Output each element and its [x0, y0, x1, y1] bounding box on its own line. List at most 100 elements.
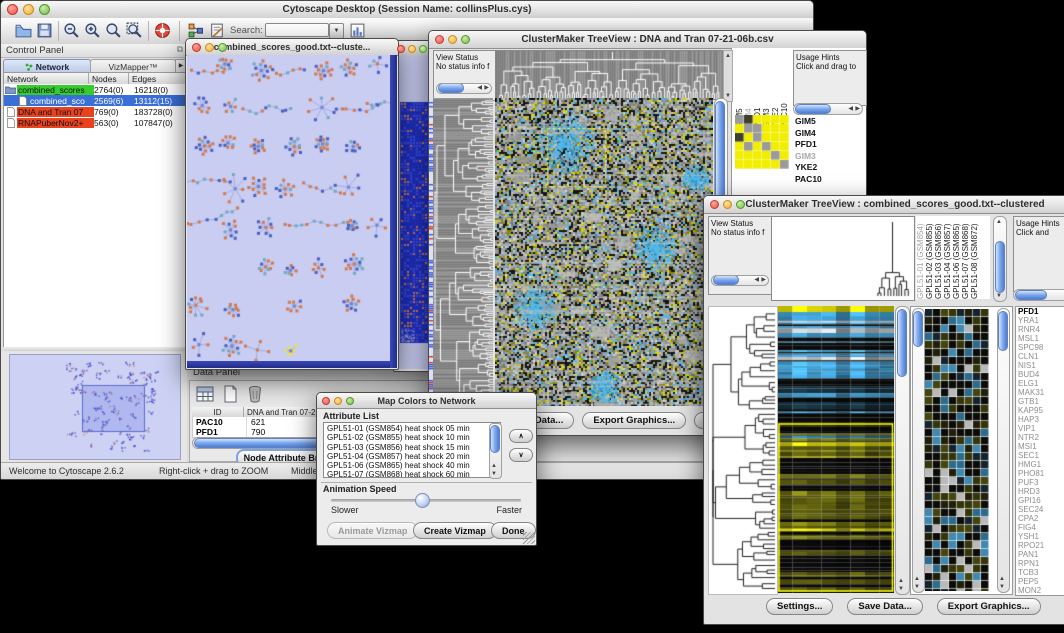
zoom-button[interactable] — [346, 397, 354, 405]
gene-label[interactable]: MON2 — [1018, 586, 1064, 595]
gene-label[interactable]: SEC24 — [1018, 505, 1064, 514]
network-overview-canvas[interactable] — [9, 354, 181, 460]
minimize-button[interactable] — [23, 4, 34, 15]
gene-label[interactable]: SEC1 — [1018, 451, 1064, 460]
column-label[interactable]: GPL51-06 (GSM865) — [952, 216, 961, 299]
dialog-titlebar[interactable]: Map Colors to Network — [317, 393, 536, 409]
scroll-up-arrow[interactable]: ▲ — [914, 576, 920, 582]
save-icon[interactable] — [36, 22, 53, 39]
scroll-pill[interactable] — [913, 311, 923, 347]
help-lifering-icon[interactable] — [154, 22, 171, 39]
scroll-up-arrow[interactable]: ▲ — [725, 53, 731, 59]
zoom-out-icon[interactable] — [63, 22, 80, 39]
float-panel-icon[interactable]: ⧉ — [177, 44, 183, 55]
scroll-left-arrow[interactable]: ◀ — [477, 85, 482, 91]
gene-label[interactable]: GIM4 — [795, 128, 861, 140]
column-label[interactable]: GPL51-03 (GSM856) — [934, 216, 943, 299]
scroll-pill[interactable] — [795, 104, 831, 114]
scroll-up-arrow[interactable]: ▲ — [491, 463, 497, 469]
close-button[interactable] — [710, 200, 719, 209]
speed-slider-thumb[interactable] — [415, 493, 430, 508]
attribute-item[interactable]: GPL51-02 (GSM855) heat shock 10 min — [327, 433, 500, 442]
zoom-fit-icon[interactable] — [105, 22, 122, 39]
scroll-down-arrow[interactable]: ▼ — [491, 471, 497, 477]
network-graph-canvas[interactable] — [187, 55, 390, 361]
network-row[interactable]: combined_sco2569(6)13112(15) — [4, 95, 186, 106]
scroll-down-arrow[interactable]: ▼ — [999, 584, 1005, 590]
gene-label[interactable]: PAN1 — [1018, 550, 1064, 559]
zoom-button[interactable] — [736, 200, 745, 209]
open-folder-icon[interactable] — [15, 22, 32, 39]
treeview1-row-dendrogram[interactable] — [433, 98, 493, 406]
scroll-down-arrow[interactable]: ▼ — [898, 586, 904, 592]
column-label[interactable]: GPL51-07 (GSM868) — [961, 216, 970, 299]
treeview-button[interactable]: Export Graphics... — [937, 598, 1041, 615]
treeview2-row-dendrogram[interactable] — [708, 306, 778, 595]
scroll-down-arrow[interactable]: ▼ — [725, 93, 731, 99]
scroll-right-arrow[interactable]: ▶ — [761, 277, 766, 283]
minimize-button[interactable] — [448, 35, 457, 44]
column-label[interactable]: GPL51-01 (GSM854) — [916, 216, 925, 299]
minimize-button[interactable] — [334, 397, 342, 405]
scroll-pill[interactable] — [897, 309, 907, 377]
create-vizmap-button[interactable]: Create Vizmap — [413, 522, 497, 539]
gene-label[interactable]: GTB1 — [1018, 397, 1064, 406]
move-up-button[interactable]: ∧ — [509, 429, 533, 443]
scroll-up-arrow[interactable]: ▲ — [999, 576, 1005, 582]
gene-label[interactable]: MSI1 — [1018, 442, 1064, 451]
minimize-button[interactable] — [723, 200, 732, 209]
zoom-button[interactable] — [461, 35, 470, 44]
attribute-item[interactable]: GPL51-01 (GSM854) heat shock 05 min — [327, 424, 500, 433]
gene-label[interactable]: PUF3 — [1018, 478, 1064, 487]
network-row[interactable]: DNA and Tran 07769(0)183728(0) — [4, 106, 186, 117]
zoom-in-icon[interactable] — [84, 22, 101, 39]
network-overview-icon[interactable] — [187, 22, 204, 39]
table-grid-icon[interactable] — [195, 384, 215, 404]
zoom-button[interactable] — [218, 43, 227, 52]
treeview2-titlebar[interactable]: ClusterMaker TreeView : combined_scores_… — [704, 196, 1064, 214]
treeview-button[interactable]: Save Data... — [847, 598, 922, 615]
network-window-right-frame[interactable] — [390, 55, 397, 368]
minimize-button[interactable] — [408, 45, 416, 53]
gene-label[interactable]: PAC10 — [795, 174, 861, 186]
scroll-down-arrow[interactable]: ▼ — [914, 584, 920, 590]
resize-grip[interactable] — [523, 532, 535, 544]
treeview1-global-heatmap[interactable] — [495, 98, 713, 406]
zoom-button[interactable] — [419, 45, 427, 53]
network-window-titlebar[interactable]: combined_scores_good.txt--cluste... — [186, 39, 398, 56]
minimize-button[interactable] — [205, 43, 214, 52]
treeview-button[interactable]: Export Graphics... — [582, 412, 686, 429]
scroll-right-arrow[interactable]: ▶ — [855, 106, 860, 112]
gene-label[interactable]: YSH1 — [1018, 532, 1064, 541]
gene-label[interactable]: PHO81 — [1018, 469, 1064, 478]
treeview-button[interactable]: Settings... — [766, 598, 833, 615]
search-dropdown-button[interactable]: ▼ — [329, 23, 344, 39]
close-button[interactable] — [435, 35, 444, 44]
new-doc-icon[interactable] — [220, 384, 240, 404]
column-header-network[interactable]: Network — [4, 73, 89, 84]
scroll-pill[interactable] — [995, 241, 1005, 293]
scroll-up-arrow[interactable]: ▲ — [898, 578, 904, 584]
gene-label[interactable]: ELG1 — [1018, 379, 1064, 388]
move-down-button[interactable]: ∨ — [509, 448, 533, 462]
close-button[interactable] — [397, 45, 405, 53]
main-titlebar[interactable]: Cytoscape Desktop (Session Name: collins… — [1, 1, 813, 19]
gene-label[interactable]: GIM5 — [795, 116, 861, 128]
column-header-edges[interactable]: Edges — [129, 73, 186, 84]
treeview1-titlebar[interactable]: ClusterMaker TreeView : DNA and Tran 07-… — [429, 31, 866, 49]
annotation-icon[interactable] — [209, 22, 226, 39]
network-row[interactable]: RNAPuberNov2+563(0)107847(0) — [4, 117, 186, 128]
close-button[interactable] — [7, 4, 18, 15]
gene-label[interactable]: HMG1 — [1018, 460, 1064, 469]
data-column-id[interactable]: ID — [192, 407, 244, 417]
gene-label[interactable]: SPC98 — [1018, 343, 1064, 352]
gene-label[interactable]: GIM3 — [795, 151, 861, 163]
gene-label[interactable]: RPN1 — [1018, 559, 1064, 568]
gene-label[interactable]: VIP1 — [1018, 424, 1064, 433]
treeview1-column-dendrogram[interactable] — [495, 50, 723, 100]
gene-label[interactable]: TCB3 — [1018, 568, 1064, 577]
gene-label[interactable]: HAP3 — [1018, 415, 1064, 424]
scroll-pill[interactable] — [1015, 290, 1047, 300]
column-label[interactable]: GPL51-02 (GSM855) — [925, 216, 934, 299]
treeview1-zoom-heatmap[interactable] — [735, 115, 789, 169]
